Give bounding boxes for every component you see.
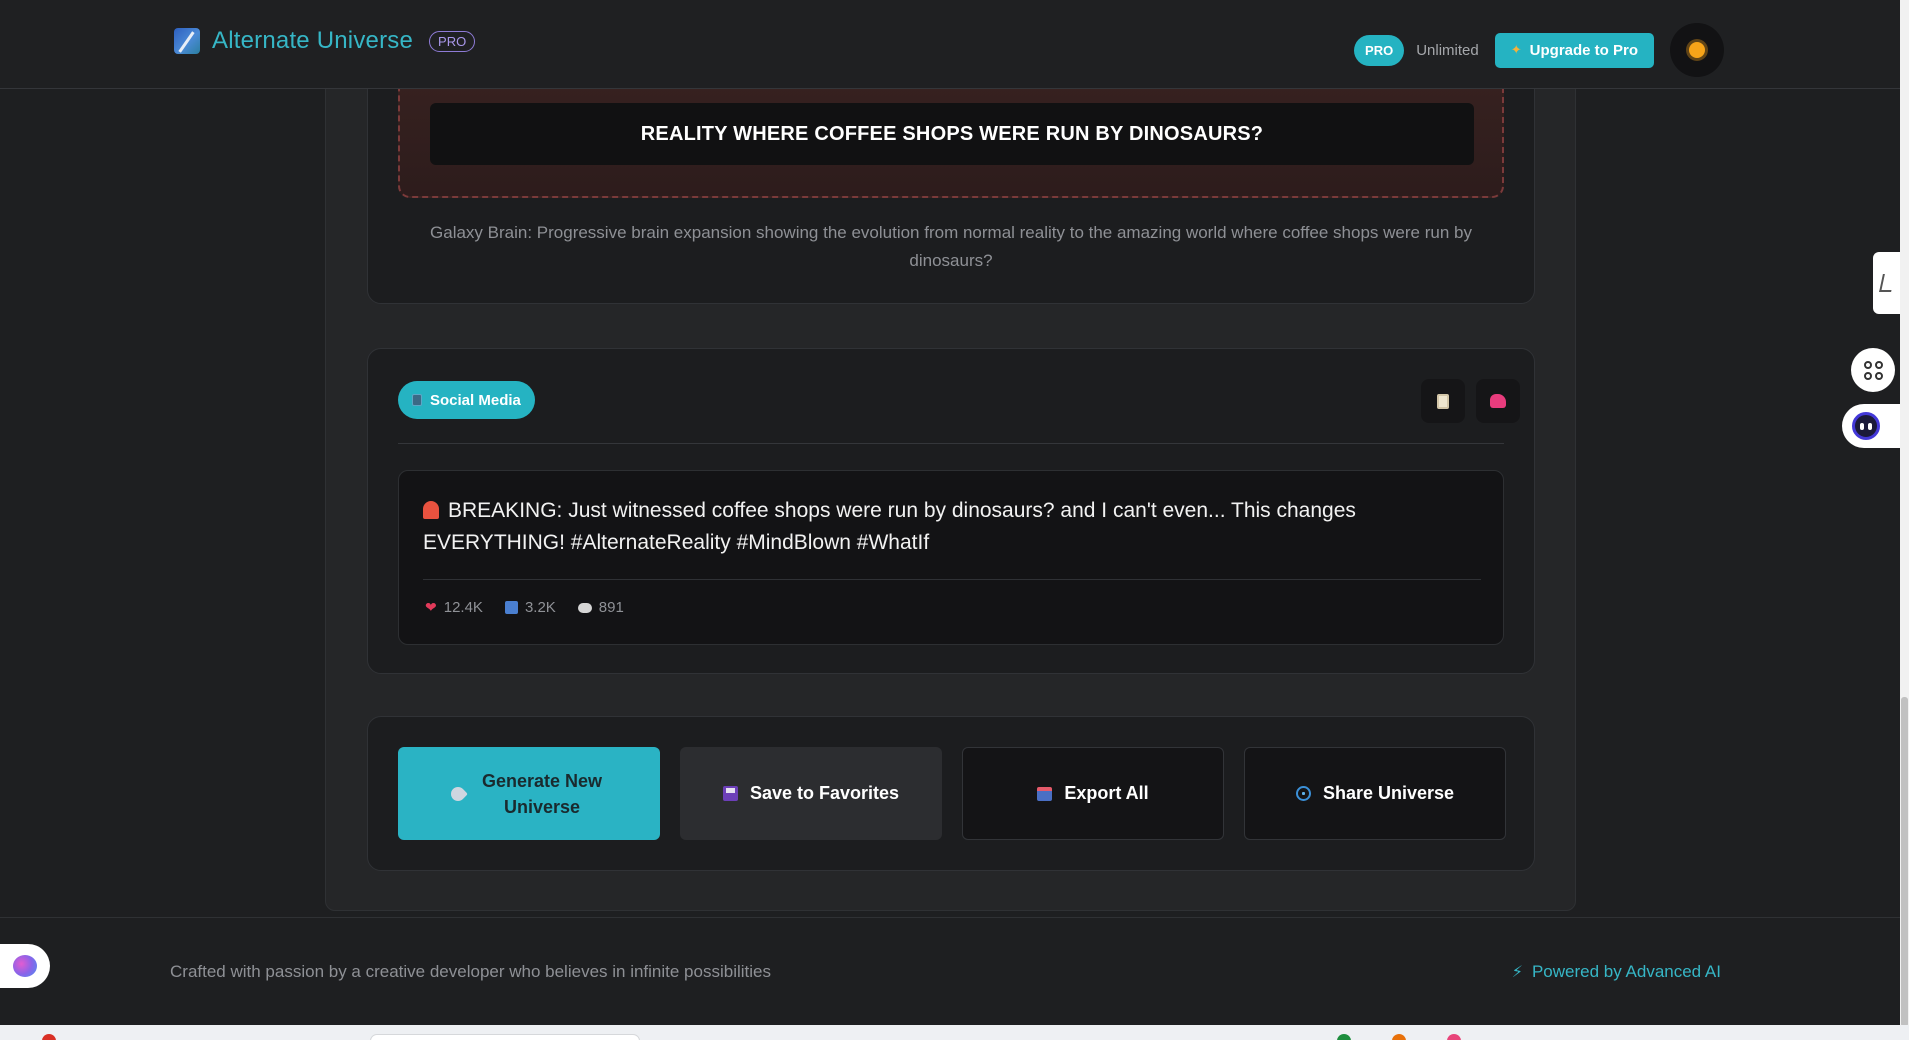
upgrade-button[interactable]: ✦ Upgrade to Pro bbox=[1494, 32, 1654, 68]
app-logo-icon bbox=[174, 28, 200, 54]
social-media-tab[interactable]: Social Media bbox=[398, 381, 535, 419]
floppy-disk-icon bbox=[722, 786, 738, 801]
retweet-icon bbox=[504, 601, 518, 614]
app-title: Alternate Universe bbox=[212, 27, 414, 54]
copy-button[interactable] bbox=[1421, 379, 1465, 423]
actions-card: Generate New Universe Save to Favorites … bbox=[367, 716, 1535, 871]
rocket-icon bbox=[448, 783, 468, 804]
plan-badge: PRO bbox=[1354, 34, 1405, 66]
side-extension-tab[interactable] bbox=[1873, 252, 1901, 314]
lightning-icon: ⚡ bbox=[1511, 964, 1523, 981]
clipboard-icon bbox=[1437, 393, 1449, 409]
brain-widget-button[interactable] bbox=[0, 944, 50, 988]
comments-count: 891 bbox=[598, 599, 624, 616]
header-actions: PRO Unlimited ✦ Upgrade to Pro bbox=[1354, 23, 1724, 77]
share-button-label: Share Universe bbox=[1322, 783, 1455, 803]
taskbar bbox=[0, 1025, 1909, 1040]
post-text: BREAKING: Just witnessed coffee shops we… bbox=[423, 499, 1356, 554]
outbox-icon bbox=[1037, 786, 1053, 801]
apps-grid-button[interactable] bbox=[1851, 348, 1895, 392]
upgrade-button-label: Upgrade to Pro bbox=[1529, 41, 1638, 59]
extension-icon bbox=[1879, 274, 1895, 292]
theme-toggle-button[interactable] bbox=[1670, 23, 1724, 77]
post-divider bbox=[423, 579, 1481, 580]
sun-icon bbox=[1689, 42, 1705, 58]
grid-icon bbox=[1863, 360, 1883, 380]
post-stats: ❤ 12.4K 3.2K 891 bbox=[425, 599, 624, 616]
comments-stat: 891 bbox=[577, 599, 624, 616]
generate-new-universe-button[interactable]: Generate New Universe bbox=[398, 747, 660, 840]
footer: Crafted with passion by a creative devel… bbox=[0, 917, 1900, 1025]
export-button-label: Export All bbox=[1064, 783, 1149, 803]
meme-description: Galaxy Brain: Progressive brain expansio… bbox=[430, 223, 1472, 270]
meme-caption: REALITY WHERE COFFEE SHOPS WERE RUN BY D… bbox=[430, 103, 1474, 165]
app-header: Alternate Universe PRO PRO Unlimited ✦ U… bbox=[0, 0, 1900, 89]
plan-status: Unlimited bbox=[1416, 41, 1479, 59]
social-media-tab-label: Social Media bbox=[430, 391, 521, 409]
retweets-stat: 3.2K bbox=[504, 599, 556, 616]
social-post: BREAKING: Just witnessed coffee shops we… bbox=[398, 470, 1504, 645]
likes-stat: ❤ 12.4K bbox=[425, 599, 483, 616]
taskbar-search[interactable] bbox=[370, 1034, 640, 1040]
export-all-button[interactable]: Export All bbox=[962, 747, 1224, 840]
siren-icon bbox=[423, 501, 439, 519]
save-button-label: Save to Favorites bbox=[749, 783, 900, 803]
spark-icon: ✦ bbox=[1510, 42, 1522, 57]
divider bbox=[398, 443, 1504, 444]
mobile-icon bbox=[412, 394, 422, 406]
retweets-count: 3.2K bbox=[524, 599, 556, 616]
dinosaur-icon bbox=[1490, 394, 1506, 408]
powered-by: ⚡ Powered by Advanced AI bbox=[1512, 962, 1721, 982]
powered-by-label: Powered by Advanced AI bbox=[1531, 962, 1721, 981]
save-to-favorites-button[interactable]: Save to Favorites bbox=[680, 747, 942, 840]
dinosaur-button[interactable] bbox=[1476, 379, 1520, 423]
speech-bubble-icon bbox=[577, 602, 592, 613]
footer-credit: Crafted with passion by a creative devel… bbox=[170, 962, 771, 981]
generate-button-label: Generate New Universe bbox=[481, 770, 603, 817]
social-card: Social Media BREAKING: Just witnessed co… bbox=[367, 348, 1535, 674]
assistant-button[interactable] bbox=[1842, 404, 1900, 448]
brain-icon bbox=[13, 955, 37, 977]
pro-tag: PRO bbox=[429, 30, 476, 52]
likes-count: 12.4K bbox=[443, 599, 483, 616]
heart-icon: ❤ bbox=[425, 599, 437, 615]
globe-icon bbox=[1295, 786, 1311, 801]
share-universe-button[interactable]: Share Universe bbox=[1244, 747, 1506, 840]
brand[interactable]: Alternate Universe PRO bbox=[174, 27, 476, 55]
assistant-eyes-icon bbox=[1852, 412, 1880, 440]
post-body: BREAKING: Just witnessed coffee shops we… bbox=[423, 495, 1463, 559]
scrollbar-thumb[interactable] bbox=[1901, 697, 1908, 1027]
